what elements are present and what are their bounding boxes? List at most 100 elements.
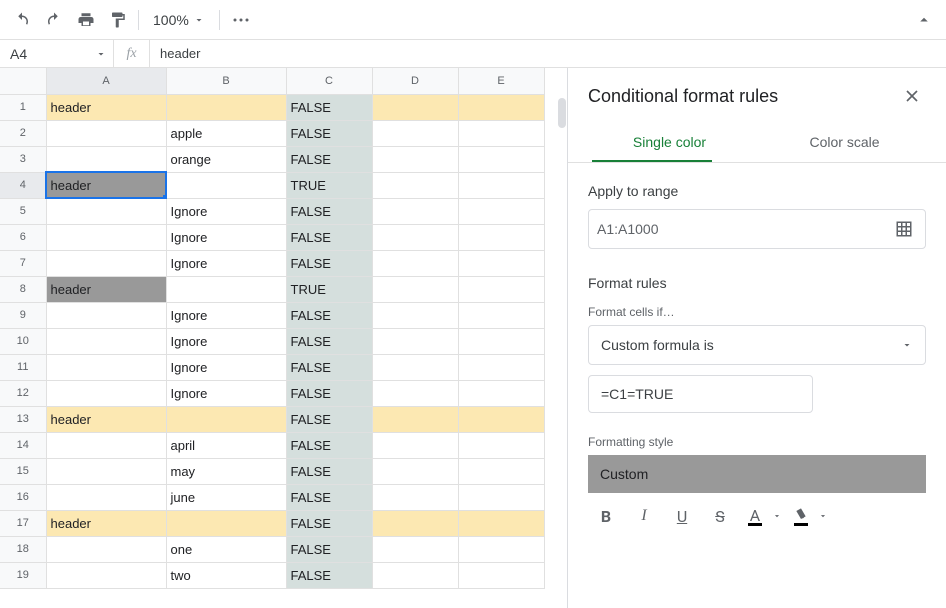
cell-E14[interactable] (458, 432, 544, 458)
cell-A14[interactable] (46, 432, 166, 458)
cell-A18[interactable] (46, 536, 166, 562)
tab-color-scale[interactable]: Color scale (757, 124, 932, 160)
close-sidebar-button[interactable] (898, 82, 926, 110)
cell-E10[interactable] (458, 328, 544, 354)
cell-A5[interactable] (46, 198, 166, 224)
more-tools-button[interactable] (226, 6, 256, 34)
tab-single-color[interactable]: Single color (582, 124, 757, 160)
cell-B19[interactable]: two (166, 562, 286, 588)
cell-A3[interactable] (46, 146, 166, 172)
cell-A7[interactable] (46, 250, 166, 276)
column-header-D[interactable]: D (372, 68, 458, 94)
cell-B9[interactable]: Ignore (166, 302, 286, 328)
cell-D2[interactable] (372, 120, 458, 146)
cell-C13[interactable]: FALSE (286, 406, 372, 432)
cell-D7[interactable] (372, 250, 458, 276)
cell-E5[interactable] (458, 198, 544, 224)
collapse-toolbar-button[interactable] (910, 6, 938, 34)
row-header-10[interactable]: 10 (0, 328, 46, 354)
cell-C12[interactable]: FALSE (286, 380, 372, 406)
cell-D10[interactable] (372, 328, 458, 354)
text-color-button[interactable]: A (740, 501, 770, 531)
cell-C11[interactable]: FALSE (286, 354, 372, 380)
cell-D13[interactable] (372, 406, 458, 432)
cell-B5[interactable]: Ignore (166, 198, 286, 224)
cell-D1[interactable] (372, 94, 458, 120)
cell-B1[interactable] (166, 94, 286, 120)
cell-E4[interactable] (458, 172, 544, 198)
row-header-9[interactable]: 9 (0, 302, 46, 328)
cell-C18[interactable]: FALSE (286, 536, 372, 562)
cell-E13[interactable] (458, 406, 544, 432)
cell-C9[interactable]: FALSE (286, 302, 372, 328)
cell-E8[interactable] (458, 276, 544, 302)
cell-B4[interactable] (166, 172, 286, 198)
underline-button[interactable]: U (664, 501, 700, 531)
row-header-18[interactable]: 18 (0, 536, 46, 562)
cell-C6[interactable]: FALSE (286, 224, 372, 250)
cell-C17[interactable]: FALSE (286, 510, 372, 536)
cell-B11[interactable]: Ignore (166, 354, 286, 380)
bold-button[interactable]: B (588, 501, 624, 531)
text-color-caret[interactable] (770, 501, 784, 531)
cell-B15[interactable]: may (166, 458, 286, 484)
cell-B16[interactable]: june (166, 484, 286, 510)
cell-C14[interactable]: FALSE (286, 432, 372, 458)
cell-D12[interactable] (372, 380, 458, 406)
cell-B8[interactable] (166, 276, 286, 302)
cell-D9[interactable] (372, 302, 458, 328)
name-box[interactable]: A4 (0, 40, 114, 67)
cell-C15[interactable]: FALSE (286, 458, 372, 484)
row-header-16[interactable]: 16 (0, 484, 46, 510)
cell-E16[interactable] (458, 484, 544, 510)
cell-C1[interactable]: FALSE (286, 94, 372, 120)
row-header-19[interactable]: 19 (0, 562, 46, 588)
cell-A9[interactable] (46, 302, 166, 328)
column-header-A[interactable]: A (46, 68, 166, 94)
cell-A15[interactable] (46, 458, 166, 484)
row-header-8[interactable]: 8 (0, 276, 46, 302)
cell-D18[interactable] (372, 536, 458, 562)
rule-type-dropdown[interactable]: Custom formula is (588, 325, 926, 365)
cell-B17[interactable] (166, 510, 286, 536)
row-header-13[interactable]: 13 (0, 406, 46, 432)
cell-A10[interactable] (46, 328, 166, 354)
cell-A17[interactable]: header (46, 510, 166, 536)
print-button[interactable] (72, 6, 100, 34)
cell-B14[interactable]: april (166, 432, 286, 458)
row-header-1[interactable]: 1 (0, 94, 46, 120)
strikethrough-button[interactable]: S (702, 501, 738, 531)
cell-A16[interactable] (46, 484, 166, 510)
cell-D17[interactable] (372, 510, 458, 536)
style-preview[interactable]: Custom (588, 455, 926, 493)
cell-A6[interactable] (46, 224, 166, 250)
cell-A19[interactable] (46, 562, 166, 588)
row-header-14[interactable]: 14 (0, 432, 46, 458)
cell-C19[interactable]: FALSE (286, 562, 372, 588)
cell-C8[interactable]: TRUE (286, 276, 372, 302)
cell-B12[interactable]: Ignore (166, 380, 286, 406)
column-header-C[interactable]: C (286, 68, 372, 94)
cell-E11[interactable] (458, 354, 544, 380)
vertical-scrollbar[interactable] (558, 98, 566, 128)
cell-D15[interactable] (372, 458, 458, 484)
cell-D14[interactable] (372, 432, 458, 458)
column-header-E[interactable]: E (458, 68, 544, 94)
cell-B7[interactable]: Ignore (166, 250, 286, 276)
redo-button[interactable] (40, 6, 68, 34)
select-range-icon[interactable] (891, 216, 917, 242)
cell-A1[interactable]: header (46, 94, 166, 120)
row-header-7[interactable]: 7 (0, 250, 46, 276)
cell-E9[interactable] (458, 302, 544, 328)
cell-E17[interactable] (458, 510, 544, 536)
cell-E6[interactable] (458, 224, 544, 250)
cell-A4[interactable]: header (46, 172, 166, 198)
cell-E18[interactable] (458, 536, 544, 562)
cell-B13[interactable] (166, 406, 286, 432)
italic-button[interactable]: I (626, 501, 662, 531)
cell-D6[interactable] (372, 224, 458, 250)
row-header-12[interactable]: 12 (0, 380, 46, 406)
cell-C5[interactable]: FALSE (286, 198, 372, 224)
cell-C4[interactable]: TRUE (286, 172, 372, 198)
row-header-15[interactable]: 15 (0, 458, 46, 484)
